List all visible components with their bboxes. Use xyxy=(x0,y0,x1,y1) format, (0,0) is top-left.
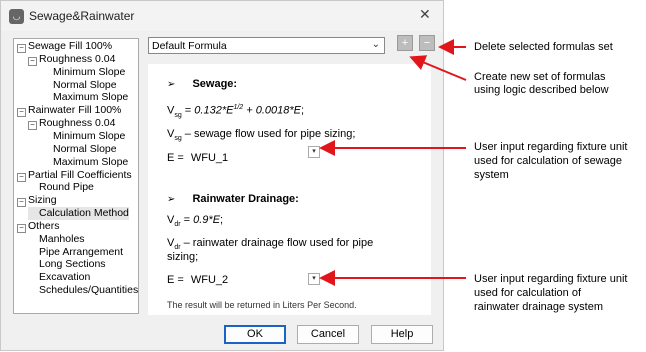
rain-annotation-line-3: rainwater drainage system xyxy=(474,301,604,313)
rain-annotation-line-1: User input regarding fixture unit xyxy=(474,273,628,285)
delete-annotation: Delete selected formulas set xyxy=(474,41,613,53)
sewage-annotation-line-1: User input regarding fixture unit xyxy=(474,141,628,153)
create-callout-arrow xyxy=(409,55,467,81)
create-annotation-line-2: using logic described below xyxy=(474,84,609,96)
sewage-annotation-line-3: system xyxy=(474,169,509,181)
sewage-annotation-line-2: used for calculation of sewage xyxy=(474,155,622,167)
create-annotation-line-1: Create new set of formulas xyxy=(474,71,606,83)
rain-annotation-line-2: used for calculation of xyxy=(474,287,582,299)
